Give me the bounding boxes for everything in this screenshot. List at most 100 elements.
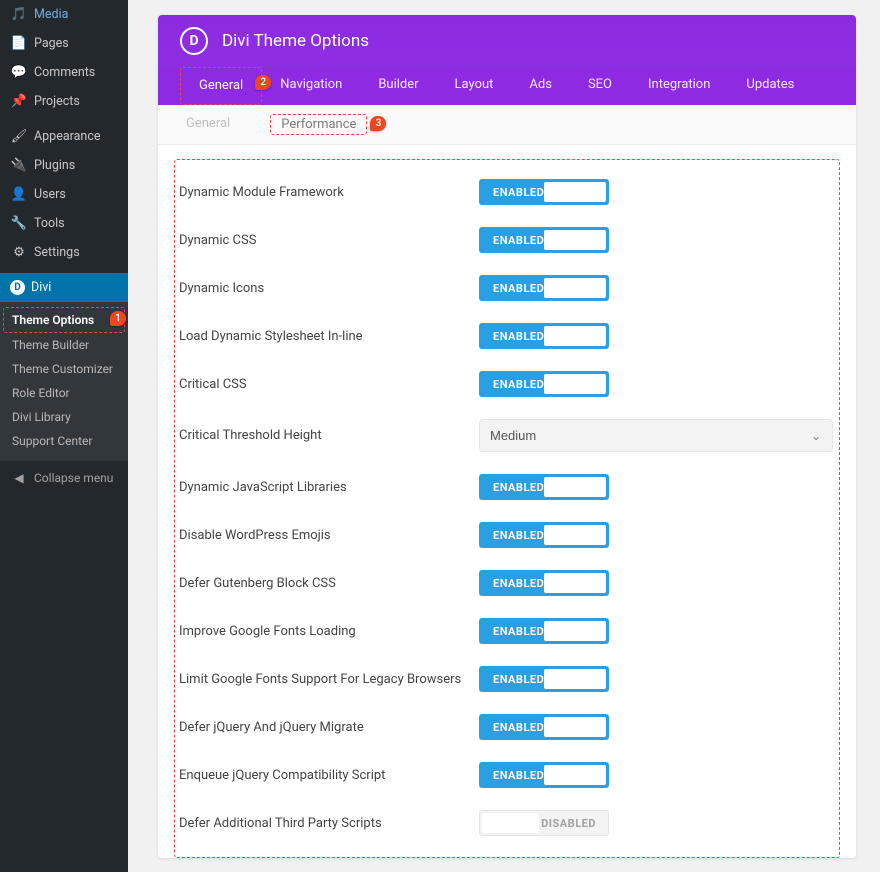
toggle-switch[interactable]: ENABLED [479,570,609,596]
toggle-switch[interactable]: ENABLED [479,227,609,253]
marker-2: 2 [255,75,271,90]
toggle-knob [544,374,606,394]
sidebar-item-pages[interactable]: 📄 Pages [0,29,128,58]
toggle-switch[interactable]: ENABLED [479,474,609,500]
setting-row: Defer Additional Third Party ScriptsDISA… [175,799,839,847]
toggle-knob [482,813,539,833]
marker-1: 1 [110,311,126,326]
marker-3: 3 [370,116,386,131]
divi-submenu: Theme Options 1 Theme Builder Theme Cust… [0,302,128,461]
setting-row: Defer Gutenberg Block CSSENABLED [175,559,839,607]
toggle-switch[interactable]: ENABLED [479,714,609,740]
setting-label: Limit Google Fonts Support For Legacy Br… [179,672,479,687]
sidebar-item-label: Plugins [34,158,75,173]
setting-row: Defer jQuery And jQuery MigrateENABLED [175,703,839,751]
setting-row: Dynamic Module FrameworkENABLED [175,168,839,216]
pages-icon: 📄 [10,36,28,51]
toggle-text: ENABLED [479,577,544,590]
collapse-icon: ◀ [10,471,28,485]
toggle-switch[interactable]: ENABLED [479,762,609,788]
sidebar-item-media[interactable]: 🎵 Media [0,0,128,29]
collapse-menu[interactable]: ◀ Collapse menu [0,461,128,495]
subtab-label: Performance [281,117,356,132]
toggle-text: DISABLED [541,817,608,830]
toggle-knob [544,326,606,346]
divi-header-logo-icon: D [180,27,208,55]
toggle-switch[interactable]: ENABLED [479,666,609,692]
submenu-theme-builder[interactable]: Theme Builder [0,333,128,357]
toggle-knob [544,477,606,497]
tab-ads[interactable]: Ads [511,67,570,105]
sidebar-item-label: Tools [34,216,65,231]
submenu-divi-library[interactable]: Divi Library [0,405,128,429]
media-icon: 🎵 [10,7,28,22]
sidebar-item-appearance[interactable]: 🖌Appearance [0,122,128,151]
tab-seo[interactable]: SEO [570,67,630,105]
subtab-performance[interactable]: Performance 3 [270,114,367,135]
toggle-text: ENABLED [479,721,544,734]
toggle-text: ENABLED [479,529,544,542]
toggle-text: ENABLED [479,282,544,295]
tab-navigation[interactable]: Navigation [262,67,360,105]
tab-label: General [199,78,243,93]
threshold-select[interactable]: Medium [479,419,833,452]
main-content: D Divi Theme Options General 2 Navigatio… [128,0,880,872]
setting-row: Dynamic IconsENABLED [175,264,839,312]
toggle-knob [544,765,606,785]
submenu-support-center[interactable]: Support Center [0,429,128,453]
divi-logo-icon: D [10,280,25,295]
toggle-switch[interactable]: ENABLED [479,275,609,301]
toggle-text: ENABLED [479,378,544,391]
toggle-knob [544,573,606,593]
setting-label: Dynamic Module Framework [179,185,479,200]
setting-label: Enqueue jQuery Compatibility Script [179,768,479,783]
setting-label: Critical Threshold Height [179,428,479,443]
sidebar-item-settings[interactable]: ⚙Settings [0,238,128,267]
comments-icon: 💬 [10,65,28,80]
sidebar-item-plugins[interactable]: 🔌 Plugins [0,151,128,180]
sidebar-item-label: Pages [34,36,69,51]
tab-general[interactable]: General 2 [180,67,262,105]
sidebar-item-divi[interactable]: D Divi [0,273,128,302]
setting-row: Load Dynamic Stylesheet In-lineENABLED [175,312,839,360]
toggle-knob [544,717,606,737]
sidebar-item-users[interactable]: 👤 Users [0,180,128,209]
submenu-theme-customizer[interactable]: Theme Customizer [0,357,128,381]
toggle-text: ENABLED [479,481,544,494]
tab-updates[interactable]: Updates [728,67,812,105]
sidebar-item-comments[interactable]: 💬Comments [0,58,128,87]
sidebar-item-label: Projects [34,94,80,109]
toggle-knob [544,525,606,545]
setting-label: Disable WordPress Emojis [179,528,479,543]
sidebar-item-label: Users [34,187,66,202]
tab-layout[interactable]: Layout [437,67,512,105]
sidebar-item-tools[interactable]: 🔧Tools [0,209,128,238]
toggle-knob [544,621,606,641]
subtab-general[interactable]: General [176,114,240,135]
options-panel: D Divi Theme Options General 2 Navigatio… [158,15,856,858]
sidebar-item-projects[interactable]: 📌Projects [0,87,128,116]
plugins-icon: 🔌 [10,158,28,173]
submenu-theme-options[interactable]: Theme Options 1 [3,307,125,333]
toggle-switch[interactable]: ENABLED [479,323,609,349]
toggle-switch[interactable]: ENABLED [479,618,609,644]
wp-admin-sidebar: 🎵 Media 📄 Pages 💬Comments📌Projects 🖌Appearan… [0,0,128,872]
toggle-text: ENABLED [479,673,544,686]
toggle-switch[interactable]: DISABLED [479,810,609,836]
toggle-switch[interactable]: ENABLED [479,179,609,205]
setting-row: Critical Threshold HeightMedium⌄ [175,408,839,463]
submenu-role-editor[interactable]: Role Editor [0,381,128,405]
toggle-switch[interactable]: ENABLED [479,522,609,548]
toggle-knob [544,669,606,689]
main-tabs: General 2 Navigation Builder Layout Ads … [158,67,856,105]
tab-builder[interactable]: Builder [360,67,436,105]
users-icon: 👤 [10,187,28,202]
toggle-switch[interactable]: ENABLED [479,371,609,397]
toggle-knob [544,278,606,298]
setting-row: Dynamic CSSENABLED [175,216,839,264]
toggle-text: ENABLED [479,234,544,247]
tab-integration[interactable]: Integration [630,67,728,105]
toggle-text: ENABLED [479,769,544,782]
sidebar-item-label: Media [34,7,68,22]
setting-row: Limit Google Fonts Support For Legacy Br… [175,655,839,703]
